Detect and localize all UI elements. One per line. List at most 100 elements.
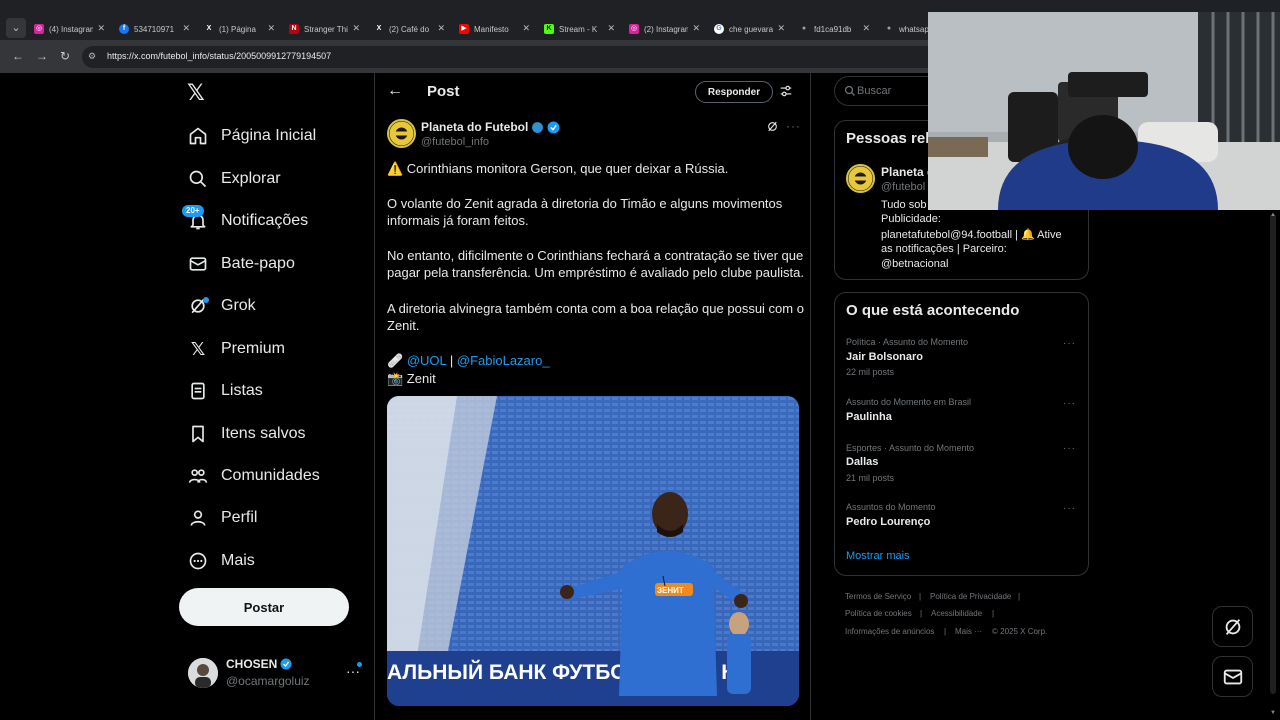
grok-fab-button[interactable] (1212, 606, 1253, 647)
mention-link[interactable]: @UOL (407, 353, 446, 368)
mention-link[interactable]: @FabioLazaro_ (457, 353, 550, 368)
nav-profile[interactable]: Perfil (186, 503, 257, 533)
related-bio-link[interactable]: @betnacional (881, 258, 948, 270)
author-avatar[interactable] (387, 119, 416, 148)
messages-fab-button[interactable] (1212, 656, 1253, 697)
nav-notifications[interactable]: 20+ Notificações (182, 205, 309, 236)
tab-title: Manifesto (474, 24, 509, 34)
nav-more[interactable]: Mais (186, 546, 255, 576)
more-horizontal-icon[interactable]: ··· (1063, 398, 1076, 409)
browser-tab[interactable]: X (2) Café do ✕ (368, 18, 453, 40)
footer-more-link[interactable]: Mais ··· (955, 627, 982, 636)
post-text-line: A diretoria alvinegra também conta com a… (387, 301, 804, 316)
nav-label: Grok (221, 297, 256, 314)
footer-separator: | (920, 609, 923, 618)
scroll-down-icon[interactable]: ▼ (1270, 710, 1276, 716)
related-bio-line: Tudo sob (881, 199, 927, 211)
forward-icon[interactable]: → (36, 49, 48, 63)
webcam-overlay (928, 12, 1280, 210)
trend-name[interactable]: Dallas (846, 456, 878, 468)
browser-tab[interactable]: ◎ (2) Instagram ✕ (623, 18, 708, 40)
trend-context: Assuntos do Momento (846, 502, 936, 512)
close-icon[interactable]: ✕ (182, 23, 190, 34)
footer-link[interactable]: Informações de anúncios (845, 627, 934, 636)
author-name-row[interactable]: Planeta do Futebol (421, 120, 560, 134)
footer-separator: | (992, 609, 995, 618)
browser-tab[interactable]: ● fd1ca91db ✕ (793, 18, 878, 40)
trend-name[interactable]: Jair Bolsonaro (846, 351, 923, 363)
nav-label: Bate-papo (221, 255, 295, 272)
search-input[interactable] (857, 81, 927, 101)
back-arrow-icon[interactable]: ← (387, 82, 403, 100)
nav-label: Notificações (221, 212, 309, 229)
post-image[interactable]: АЛЬНЫЙ БАНК ФУТБОЛЬНОГО К ЗЕНИТ (387, 396, 799, 706)
reload-icon[interactable]: ↻ (60, 49, 70, 63)
close-icon[interactable]: ✕ (862, 23, 870, 34)
related-avatar[interactable] (846, 164, 875, 193)
browser-tab[interactable]: K Stream - K ✕ (538, 18, 623, 40)
x-logo-icon[interactable]: 𝕏 (187, 80, 205, 106)
related-name[interactable]: Planeta d (881, 165, 934, 179)
close-icon[interactable]: ✕ (352, 23, 360, 34)
bell-icon: 20+ (182, 205, 210, 233)
nav-label: Mais (221, 552, 255, 569)
trend-name[interactable]: Pedro Lourenço (846, 516, 930, 528)
nav-bookmarks[interactable]: Itens salvos (186, 419, 305, 449)
more-horizontal-icon[interactable]: ··· (1063, 503, 1076, 514)
nav-home[interactable]: Página Inicial (186, 121, 316, 151)
browser-tab[interactable]: N Stranger Things ✕ (283, 18, 368, 40)
trend-context: Assunto do Momento em Brasil (846, 397, 972, 407)
scrollbar-thumb[interactable] (1270, 214, 1276, 694)
footer-link[interactable]: Acessibilidade (931, 609, 982, 618)
url-text[interactable]: https://x.com/futebol_info/status/200500… (107, 51, 331, 61)
browser-tab[interactable]: f 534710971 ✕ (113, 18, 198, 40)
browser-tab[interactable]: Gche guevara ✕ (708, 18, 793, 40)
nav-communities[interactable]: Comunidades (186, 461, 320, 491)
more-horizontal-icon[interactable]: ··· (1063, 443, 1076, 454)
close-icon[interactable]: ✕ (607, 23, 615, 34)
more-horizontal-icon[interactable]: ··· (1063, 338, 1076, 349)
author-handle[interactable]: @futebol_info (421, 136, 489, 148)
google-icon: G (714, 24, 724, 34)
avatar[interactable] (188, 658, 218, 688)
show-more-link[interactable]: Mostrar mais (846, 550, 910, 562)
account-switcher[interactable]: CHOSEN (226, 657, 292, 671)
close-icon[interactable]: ✕ (692, 23, 700, 34)
search-icon (186, 167, 210, 191)
tab-search-button[interactable]: ⌄ (6, 18, 26, 38)
tab-title: che guevara (729, 24, 773, 34)
browser-tab[interactable]: X (1) Página ✕ (198, 18, 283, 40)
close-icon[interactable]: ✕ (267, 23, 275, 34)
grok-icon[interactable] (766, 120, 779, 138)
footer-link[interactable]: Política de cookies (845, 609, 912, 618)
close-icon[interactable]: ✕ (437, 23, 445, 34)
browser-tab[interactable]: ◎ (4) Instagram ✕ (28, 18, 113, 40)
more-horizontal-icon[interactable]: ··· (786, 119, 801, 133)
footer-separator: | (944, 627, 947, 636)
sliders-icon[interactable] (779, 84, 793, 103)
close-icon[interactable]: ✕ (97, 23, 105, 34)
nav-label: Comunidades (221, 467, 320, 484)
envelope-icon (1223, 669, 1242, 684)
scroll-up-icon[interactable]: ▲ (1270, 212, 1276, 218)
post-text-line: O volante do Zenit agrada à diretoria do… (387, 196, 783, 211)
nav-lists[interactable]: Listas (186, 376, 263, 406)
close-icon[interactable]: ✕ (777, 23, 785, 34)
account-handle: @ocamargoluiz (226, 674, 310, 688)
nav-grok[interactable]: Grok (186, 291, 256, 321)
footer-link[interactable]: Termos de Serviço (845, 592, 911, 601)
related-handle: @futebol (881, 181, 926, 193)
trend-name[interactable]: Paulinha (846, 411, 892, 423)
nav-label: Perfil (221, 509, 258, 526)
back-icon[interactable]: ← (12, 49, 24, 63)
browser-tab[interactable]: ▶ Manifesto ✕ (453, 18, 538, 40)
nav-chat[interactable]: Bate-papo (186, 249, 295, 279)
nav-premium[interactable]: 𝕏 Premium (186, 334, 285, 364)
nav-explore[interactable]: Explorar (186, 164, 281, 194)
site-settings-icon[interactable]: ⚙ (88, 51, 96, 62)
reply-button[interactable]: Responder (695, 81, 773, 103)
close-icon[interactable]: ✕ (522, 23, 530, 34)
footer-link[interactable]: Política de Privacidade (930, 592, 1011, 601)
compose-post-button[interactable]: Postar (179, 588, 349, 626)
x-icon: X (376, 25, 382, 32)
